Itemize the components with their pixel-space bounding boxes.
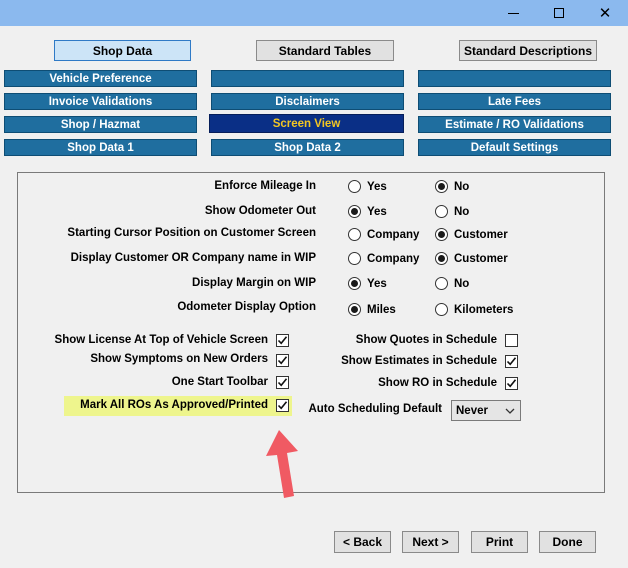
odometer-kilometers-label: Kilometers bbox=[454, 304, 514, 316]
auto-scheduling-select[interactable]: Never bbox=[451, 400, 521, 421]
one-start-checkbox[interactable] bbox=[276, 376, 289, 389]
minimize-button[interactable] bbox=[490, 0, 536, 26]
quotes-schedule-checkbox[interactable] bbox=[505, 334, 518, 347]
tab-late-fees[interactable]: Late Fees bbox=[418, 93, 611, 110]
odometer-kilometers-radio[interactable] bbox=[435, 303, 448, 316]
tab-label: Default Settings bbox=[470, 141, 559, 154]
tab-label: Shop / Hazmat bbox=[60, 118, 141, 131]
chevron-down-icon bbox=[505, 408, 515, 414]
check-icon bbox=[277, 401, 288, 410]
display-name-company-radio[interactable] bbox=[348, 252, 361, 265]
display-name-company-label: Company bbox=[367, 253, 420, 265]
tab-label: Late Fees bbox=[487, 95, 542, 108]
tab-shop-data-2[interactable]: Shop Data 2 bbox=[211, 139, 404, 156]
tab-label: Invoice Validations bbox=[48, 95, 153, 108]
tab-blank-2[interactable] bbox=[418, 70, 611, 87]
tab-standard-descriptions[interactable]: Standard Descriptions bbox=[459, 40, 597, 61]
cursor-position-customer-radio[interactable] bbox=[435, 228, 448, 241]
quotes-schedule-label: Show Quotes in Schedule bbox=[355, 334, 497, 346]
tab-default-settings[interactable]: Default Settings bbox=[418, 139, 611, 156]
arrow-annotation-icon bbox=[266, 430, 298, 498]
title-bar: ✕ bbox=[0, 0, 628, 26]
cursor-position-customer-label: Customer bbox=[454, 229, 508, 241]
license-top-label: Show License At Top of Vehicle Screen bbox=[54, 334, 268, 346]
check-icon bbox=[277, 356, 288, 365]
auto-scheduling-value: Never bbox=[456, 404, 488, 417]
show-odometer-label: Show Odometer Out bbox=[204, 205, 316, 217]
close-icon: ✕ bbox=[598, 3, 612, 22]
ro-schedule-checkbox[interactable] bbox=[505, 377, 518, 390]
close-button[interactable]: ✕ bbox=[582, 0, 628, 26]
tab-label: Screen View bbox=[272, 117, 341, 130]
tab-shop-data[interactable]: Shop Data bbox=[54, 40, 191, 61]
tab-screen-view[interactable]: Screen View bbox=[209, 114, 404, 133]
check-icon bbox=[277, 336, 288, 345]
tab-label: Shop Data 2 bbox=[274, 141, 341, 154]
symptoms-checkbox[interactable] bbox=[276, 354, 289, 367]
enforce-mileage-no-radio[interactable] bbox=[435, 180, 448, 193]
tab-label: Vehicle Preference bbox=[49, 72, 152, 85]
tab-shop-hazmat[interactable]: Shop / Hazmat bbox=[4, 116, 197, 133]
mark-approved-checkbox[interactable] bbox=[276, 399, 289, 412]
display-margin-yes-radio[interactable] bbox=[348, 277, 361, 290]
tab-disclaimers[interactable]: Disclaimers bbox=[211, 93, 404, 110]
odometer-miles-radio[interactable] bbox=[348, 303, 361, 316]
display-margin-no-label: No bbox=[454, 278, 470, 290]
odometer-option-label: Odometer Display Option bbox=[177, 301, 316, 313]
print-button[interactable]: Print bbox=[471, 531, 528, 553]
tab-label: Estimate / RO Validations bbox=[445, 118, 584, 131]
ro-schedule-label: Show RO in Schedule bbox=[378, 377, 497, 389]
display-name-label: Display Customer OR Company name in WIP bbox=[70, 252, 316, 264]
enforce-mileage-label: Enforce Mileage In bbox=[214, 180, 316, 192]
done-button[interactable]: Done bbox=[539, 531, 596, 553]
check-icon bbox=[277, 378, 288, 387]
one-start-label: One Start Toolbar bbox=[171, 376, 268, 388]
tab-invoice-validations[interactable]: Invoice Validations bbox=[4, 93, 197, 110]
odometer-miles-label: Miles bbox=[367, 304, 396, 316]
display-margin-label: Display Margin on WIP bbox=[192, 277, 316, 289]
show-odometer-no-label: No bbox=[454, 206, 470, 218]
client-area: Shop Data Standard Tables Standard Descr… bbox=[0, 26, 628, 568]
estimates-schedule-label: Show Estimates in Schedule bbox=[341, 355, 497, 367]
maximize-button[interactable] bbox=[536, 0, 582, 26]
tab-shop-data-1[interactable]: Shop Data 1 bbox=[4, 139, 197, 156]
show-odometer-yes-radio[interactable] bbox=[348, 205, 361, 218]
next-button[interactable]: Next > bbox=[402, 531, 459, 553]
show-odometer-yes-label: Yes bbox=[367, 206, 387, 218]
tab-label: Shop Data 1 bbox=[67, 141, 134, 154]
symptoms-label: Show Symptoms on New Orders bbox=[90, 353, 268, 365]
tab-standard-tables[interactable]: Standard Tables bbox=[256, 40, 394, 61]
tab-label: Disclaimers bbox=[275, 95, 340, 108]
display-margin-yes-label: Yes bbox=[367, 278, 387, 290]
mark-approved-label: Mark All ROs As Approved/Printed bbox=[80, 399, 268, 411]
estimates-schedule-checkbox[interactable] bbox=[505, 355, 518, 368]
tab-estimate-ro-validations[interactable]: Estimate / RO Validations bbox=[418, 116, 611, 133]
tab-blank-1[interactable] bbox=[211, 70, 404, 87]
check-icon bbox=[506, 357, 517, 366]
enforce-mileage-no-label: No bbox=[454, 181, 470, 193]
minimize-icon bbox=[507, 12, 519, 14]
enforce-mileage-yes-label: Yes bbox=[367, 181, 387, 193]
cursor-position-company-label: Company bbox=[367, 229, 420, 241]
check-icon bbox=[506, 379, 517, 388]
cursor-position-label: Starting Cursor Position on Customer Scr… bbox=[67, 227, 316, 239]
license-top-checkbox[interactable] bbox=[276, 334, 289, 347]
maximize-icon bbox=[554, 8, 564, 18]
tab-vehicle-preference[interactable]: Vehicle Preference bbox=[4, 70, 197, 87]
enforce-mileage-yes-radio[interactable] bbox=[348, 180, 361, 193]
back-button[interactable]: < Back bbox=[334, 531, 391, 553]
cursor-position-company-radio[interactable] bbox=[348, 228, 361, 241]
display-name-customer-label: Customer bbox=[454, 253, 508, 265]
show-odometer-no-radio[interactable] bbox=[435, 205, 448, 218]
auto-scheduling-label: Auto Scheduling Default bbox=[308, 403, 442, 415]
display-margin-no-radio[interactable] bbox=[435, 277, 448, 290]
display-name-customer-radio[interactable] bbox=[435, 252, 448, 265]
